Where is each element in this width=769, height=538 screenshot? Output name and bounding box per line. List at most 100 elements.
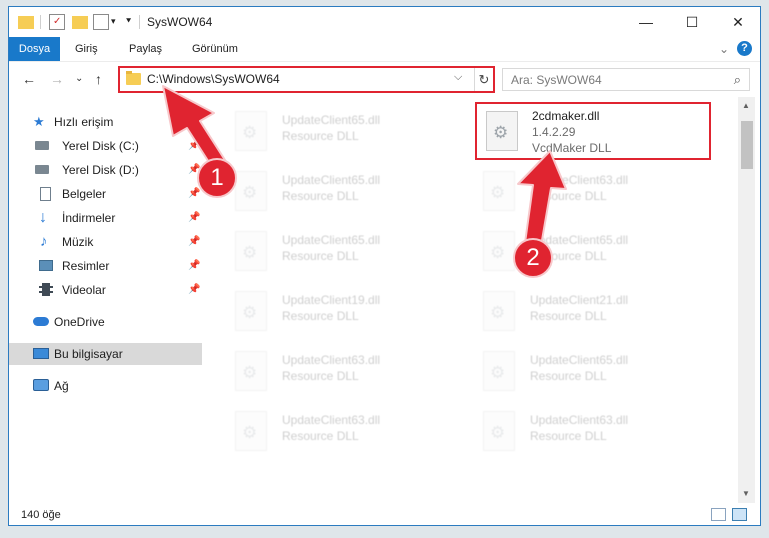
sidebar-item-label: Yerel Disk (D:) <box>62 163 139 177</box>
file-name: UpdateClient21.dll <box>530 293 629 307</box>
status-bar: 140 öğe <box>9 503 760 525</box>
maximize-button[interactable]: ☐ <box>669 7 715 37</box>
file-type: Resource DLL <box>282 189 359 203</box>
folder-icon <box>126 71 141 85</box>
list-item[interactable]: UpdateClient65.dll Resource DLL <box>227 107 467 163</box>
pin-icon[interactable]: 📌 <box>188 279 200 301</box>
list-item[interactable]: UpdateClient63.dll Resource DLL <box>475 167 715 223</box>
forward-icon[interactable]: → <box>50 71 64 87</box>
sidebar-item-label: Hızlı erişim <box>54 115 114 129</box>
minimize-button[interactable]: — <box>623 7 669 37</box>
tab-view[interactable]: Görünüm <box>192 37 238 61</box>
sidebar-item-network[interactable]: Ağ <box>9 375 202 397</box>
sidebar-item-pictures[interactable]: Resimler 📌 <box>9 255 202 277</box>
file-type: Resource DLL <box>530 309 607 323</box>
network-icon <box>33 379 49 391</box>
dll-file-icon <box>235 411 267 451</box>
ribbon-right-controls: ⌄ ? <box>719 41 752 56</box>
sidebar-item-local-disk-c[interactable]: Yerel Disk (C:) 📌 <box>9 135 202 157</box>
tab-share[interactable]: Paylaş <box>129 37 162 61</box>
close-button[interactable]: ✕ <box>715 7 760 37</box>
file-name: UpdateClient63.dll <box>282 353 381 367</box>
up-icon[interactable]: ↑ <box>95 71 102 87</box>
vertical-scrollbar[interactable]: ▲ ▼ <box>738 97 755 503</box>
dll-file-icon <box>235 351 267 391</box>
divider <box>139 15 140 29</box>
drive-icon <box>35 165 49 174</box>
file-type: Resource DLL <box>282 369 359 383</box>
sidebar-item-label: Resimler <box>62 259 110 273</box>
properties-icon[interactable]: ✓ <box>49 14 65 30</box>
sidebar-item-label: Yerel Disk (C:) <box>62 139 139 153</box>
sidebar-item-this-pc[interactable]: Bu bilgisayar <box>9 343 202 365</box>
pin-icon[interactable]: 📌 <box>188 207 200 229</box>
dll-file-icon <box>235 291 267 331</box>
list-item[interactable]: UpdateClient63.dll Resource DLL <box>227 407 467 463</box>
search-placeholder: Ara: SysWOW64 <box>511 73 602 87</box>
file-name: UpdateClient19.dll <box>282 293 381 307</box>
cloud-icon <box>33 317 49 326</box>
search-icon[interactable]: ⌕ <box>734 72 741 88</box>
file-type: Resource DLL <box>282 309 359 323</box>
sidebar-item-label: Videolar <box>62 283 106 297</box>
drive-icon <box>35 141 49 150</box>
sidebar-item-documents[interactable]: Belgeler 📌 <box>9 183 202 205</box>
search-input[interactable]: Ara: SysWOW64 ⌕ <box>502 68 750 91</box>
list-item[interactable]: UpdateClient65.dll Resource DLL <box>227 227 467 283</box>
chevron-down-icon[interactable]: ▾ <box>111 16 121 32</box>
file-name: UpdateClient65.dll <box>282 113 381 127</box>
highlight-box <box>475 102 711 160</box>
scroll-up-icon[interactable]: ▲ <box>742 101 750 110</box>
list-item[interactable]: UpdateClient65.dll Resource DLL <box>475 227 715 283</box>
item-count: 140 öğe <box>21 509 61 521</box>
expand-ribbon-icon[interactable]: ⌄ <box>719 42 729 56</box>
tab-home[interactable]: Giriş <box>75 37 98 61</box>
list-item[interactable]: UpdateClient65.dll Resource DLL <box>475 347 715 403</box>
sidebar-item-music[interactable]: ♪ Müzik 📌 <box>9 231 202 253</box>
step-1-badge: 1 <box>197 158 237 198</box>
scroll-down-icon[interactable]: ▼ <box>742 489 750 498</box>
videos-icon <box>39 283 53 296</box>
sidebar-item-onedrive[interactable]: OneDrive <box>9 311 202 333</box>
file-name: UpdateClient63.dll <box>530 413 629 427</box>
back-icon[interactable]: ← <box>22 71 36 87</box>
refresh-icon[interactable]: ↻ <box>474 68 493 91</box>
list-item[interactable]: UpdateClient63.dll Resource DLL <box>475 407 715 463</box>
divider <box>40 15 41 29</box>
file-type: Resource DLL <box>530 189 607 203</box>
view-options-icon[interactable] <box>93 14 109 30</box>
pin-icon[interactable]: 📌 <box>188 255 200 277</box>
dll-file-icon <box>235 111 267 151</box>
new-folder-icon[interactable] <box>72 16 88 29</box>
address-bar[interactable]: C:\Windows\SysWOW64 ⌵ ↻ <box>118 66 495 93</box>
dll-file-icon <box>483 231 515 271</box>
sidebar-item-downloads[interactable]: ↓ İndirmeler 📌 <box>9 207 202 229</box>
pin-icon[interactable]: 📌 <box>188 231 200 253</box>
sidebar-item-quick-access[interactable]: ★ Hızlı erişim <box>9 111 202 133</box>
dll-file-icon <box>235 171 267 211</box>
scrollbar-thumb[interactable] <box>741 121 753 169</box>
download-icon: ↓ <box>39 209 47 226</box>
list-item[interactable]: UpdateClient63.dll Resource DLL <box>227 347 467 403</box>
title-bar: ✓ ▾ ⯆ SysWOW64 — ☐ ✕ <box>9 7 760 37</box>
chevron-down-icon[interactable]: ⌵ <box>454 71 462 84</box>
list-item[interactable]: UpdateClient21.dll Resource DLL <box>475 287 715 343</box>
address-path[interactable]: C:\Windows\SysWOW64 <box>147 72 280 86</box>
recent-locations-icon[interactable]: ⌄ <box>75 73 83 84</box>
list-item[interactable]: UpdateClient19.dll Resource DLL <box>227 287 467 343</box>
music-icon: ♪ <box>40 233 48 250</box>
help-icon[interactable]: ? <box>737 41 752 56</box>
details-view-icon[interactable] <box>711 508 726 521</box>
file-name: UpdateClient63.dll <box>530 173 629 187</box>
pin-icon[interactable]: 📌 <box>188 135 200 157</box>
large-icons-view-icon[interactable] <box>732 508 747 521</box>
file-type: Resource DLL <box>282 129 359 143</box>
file-type: Resource DLL <box>282 429 359 443</box>
list-item[interactable]: UpdateClient65.dll Resource DLL <box>227 167 467 223</box>
folder-icon[interactable] <box>18 16 34 29</box>
sidebar-item-local-disk-d[interactable]: Yerel Disk (D:) 📌 <box>9 159 202 181</box>
sidebar-item-videos[interactable]: Videolar 📌 <box>9 279 202 301</box>
sidebar-item-label: İndirmeler <box>62 211 116 225</box>
pictures-icon <box>39 260 53 271</box>
customize-toolbar-icon[interactable]: ⯆ <box>125 16 135 32</box>
